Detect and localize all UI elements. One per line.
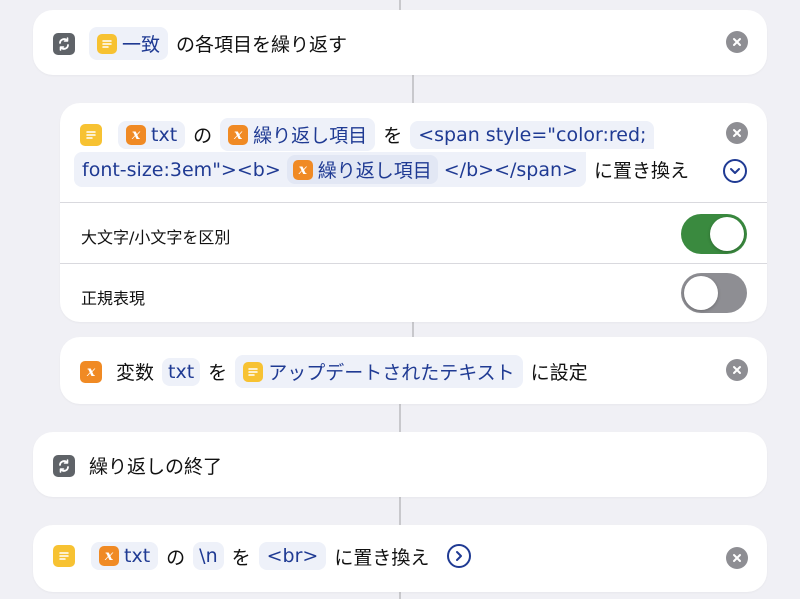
variable-icon: x bbox=[99, 546, 119, 566]
variable-icon: x bbox=[80, 360, 102, 383]
flow-connector bbox=[412, 322, 414, 337]
repeat-icon bbox=[53, 32, 75, 55]
repeat-each-text: の各項目を繰り返す bbox=[176, 34, 348, 56]
text-icon bbox=[80, 123, 102, 146]
flow-connector bbox=[399, 404, 401, 432]
find-variable-label: 繰り返し項目 bbox=[253, 125, 368, 147]
variable-value-token[interactable]: アップデートされたテキスト bbox=[235, 355, 523, 388]
flow-connector bbox=[412, 75, 414, 103]
replacement-text-field-line1[interactable]: <span style="color:red; bbox=[410, 120, 655, 149]
replacement-text-field-line2[interactable]: font-size:3em"><b> x 繰り返し項目 </b></span> bbox=[74, 152, 586, 187]
variable-name-token[interactable]: txt bbox=[162, 357, 201, 386]
case-sensitive-toggle[interactable] bbox=[681, 214, 747, 254]
variable-icon: x bbox=[228, 124, 249, 145]
text-icon bbox=[97, 33, 117, 54]
remove-action-button[interactable] bbox=[726, 547, 748, 569]
repeat-each-action[interactable]: 一致 の各項目を繰り返す bbox=[33, 10, 767, 75]
variable-icon: x bbox=[126, 124, 146, 145]
flow-connector bbox=[399, 497, 401, 525]
particle-wo: を bbox=[208, 362, 228, 384]
input-variable-token[interactable]: x txt bbox=[91, 542, 159, 570]
variable-icon: x bbox=[292, 159, 313, 180]
particle-no: の bbox=[193, 125, 213, 147]
replace-newline-action[interactable]: x txt の \n を <br> に置き換え bbox=[33, 525, 767, 592]
find-text-field[interactable]: \n bbox=[193, 542, 224, 570]
options-divider bbox=[60, 202, 767, 203]
replace-suffix: に置き換え bbox=[593, 160, 689, 182]
end-repeat-action[interactable]: 繰り返しの終了 bbox=[33, 432, 767, 497]
end-repeat-label: 繰り返しの終了 bbox=[89, 456, 223, 478]
remove-action-button[interactable] bbox=[726, 122, 748, 144]
collapse-chevron-icon[interactable] bbox=[723, 159, 747, 183]
flow-connector bbox=[399, 0, 401, 10]
input-variable-token[interactable]: x txt bbox=[118, 120, 186, 149]
expand-chevron-icon[interactable] bbox=[447, 544, 472, 568]
replace-suffix: に置き換え bbox=[334, 546, 430, 569]
repeat-input-token[interactable]: 一致 bbox=[89, 27, 169, 60]
set-variable-action[interactable]: x 変数 txt を アップデートされたテキスト に設定 bbox=[60, 337, 767, 404]
particle-wo: を bbox=[231, 546, 251, 569]
input-variable-label: txt bbox=[151, 123, 178, 146]
flow-connector bbox=[399, 592, 401, 599]
regex-toggle[interactable] bbox=[681, 273, 747, 313]
find-variable-token[interactable]: x 繰り返し項目 bbox=[220, 118, 376, 151]
text-icon bbox=[53, 545, 75, 567]
text-icon bbox=[243, 361, 264, 382]
case-sensitive-label: 大文字/小文字を区別 bbox=[81, 228, 231, 247]
repeat-icon bbox=[53, 454, 75, 477]
set-suffix: に設定 bbox=[530, 362, 588, 384]
replacement-variable-token[interactable]: x 繰り返し項目 bbox=[286, 155, 438, 184]
remove-action-button[interactable] bbox=[726, 31, 748, 53]
repeat-input-label: 一致 bbox=[122, 34, 161, 56]
remove-action-button[interactable] bbox=[726, 359, 748, 381]
regex-label: 正規表現 bbox=[81, 289, 146, 308]
replace-text-field[interactable]: <br> bbox=[258, 542, 327, 570]
options-divider bbox=[60, 263, 767, 264]
set-variable-label: 変数 bbox=[116, 362, 155, 384]
particle-wo: を bbox=[383, 125, 403, 147]
replace-text-action[interactable]: x txt の x 繰り返し項目 を <span style="color:re… bbox=[60, 103, 767, 322]
particle-no: の bbox=[166, 546, 186, 569]
